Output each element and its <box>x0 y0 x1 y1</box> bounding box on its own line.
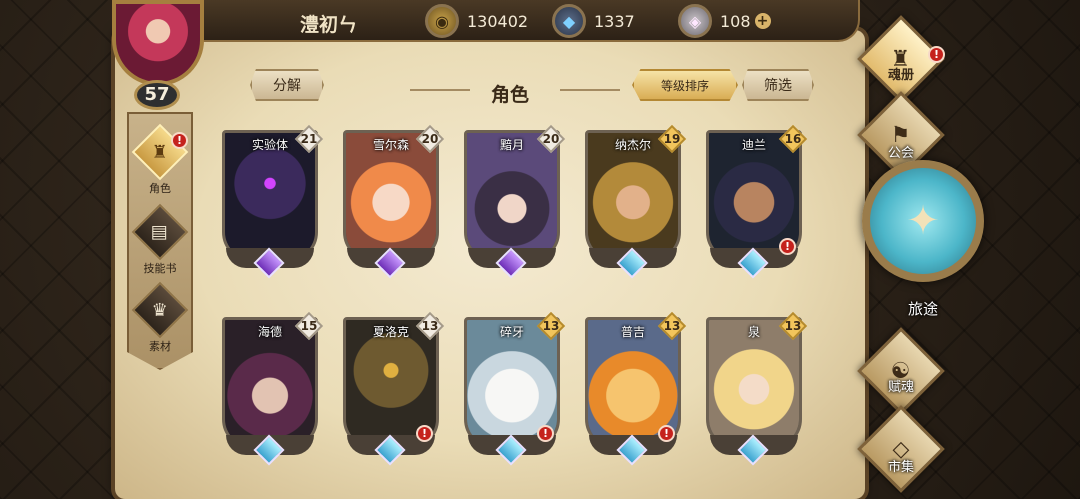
soul-book-label: 魂册 <box>887 68 914 83</box>
journey-emblem-icon: ✦ <box>862 160 984 282</box>
level-sort-button[interactable]: 等级排序 <box>632 69 738 101</box>
blue-crystal-icon: ◆ <box>552 4 586 38</box>
alert-icon: ! <box>416 425 433 442</box>
character-card[interactable]: 实验体 21 <box>222 130 318 279</box>
character-level: 20 <box>542 132 560 146</box>
add-gem-button[interactable]: + <box>754 13 771 29</box>
character-level-badge: 13 <box>659 313 685 339</box>
character-card[interactable]: 雪尔森 20 <box>343 130 439 279</box>
character-level-badge: 21 <box>296 126 322 152</box>
character-level: 13 <box>663 319 681 333</box>
character-level: 19 <box>663 132 681 146</box>
gem-value: 108 <box>720 11 751 31</box>
character-level-badge: 16 <box>780 126 806 152</box>
title-ornament-left <box>410 89 470 99</box>
character-level-badge: 15 <box>296 313 322 339</box>
material-icon: ♛ <box>131 281 189 339</box>
diamond-gem-icon: ◈ <box>678 4 712 38</box>
market-button[interactable]: ◇ 市集 <box>857 405 945 493</box>
character-card[interactable]: 碎牙 13! <box>464 317 560 466</box>
soul-flame-icon: ☯ <box>857 327 945 415</box>
avatar[interactable] <box>112 0 204 86</box>
gold-coin-icon: ◉ <box>425 4 459 38</box>
sidebar-item-skill-book[interactable]: ▤ 技能书 <box>129 203 191 276</box>
alert-icon: ! <box>171 132 188 149</box>
sidebar-item-label: 素材 <box>149 340 171 353</box>
sidebar-item-label: 角色 <box>149 182 171 195</box>
character-card[interactable]: 纳杰尔 19 <box>585 130 681 279</box>
character-level-badge: 20 <box>538 126 564 152</box>
character-card[interactable]: 泉 13 <box>706 317 802 466</box>
alert-icon: ! <box>779 238 796 255</box>
skill-book-icon: ▤ <box>131 203 189 261</box>
gold-currency: ◉ 130402 <box>425 4 529 38</box>
crystal-currency: ◆ 1337 <box>552 4 635 38</box>
character-level: 13 <box>421 319 439 333</box>
gem-currency: ◈ 108 + <box>678 4 771 38</box>
character-level: 15 <box>300 319 318 333</box>
character-level: 20 <box>421 132 439 146</box>
character-level-badge: 13 <box>538 313 564 339</box>
alert-icon: ! <box>537 425 554 442</box>
market-label: 市集 <box>887 460 914 475</box>
player-name: 澧初ㄣ <box>300 14 358 36</box>
soul-book-button[interactable]: ♜ 魂册 ! <box>857 15 945 103</box>
sidebar-item-label: 技能书 <box>143 262 177 275</box>
decompose-button[interactable]: 分解 <box>250 69 324 101</box>
player-level: 57 <box>134 80 180 110</box>
journey-label: 旅途 <box>907 300 938 318</box>
left-sidebar: ♜ 角色 ! ▤ 技能书 ♛ 素材 <box>127 112 193 370</box>
player-avatar-frame[interactable]: 57 <box>104 0 210 112</box>
character-level: 16 <box>784 132 802 146</box>
guild-label: 公会 <box>887 146 914 161</box>
character-card[interactable]: 普吉 13! <box>585 317 681 466</box>
page-title: 角色 <box>490 84 529 106</box>
soul-endow-label: 赋魂 <box>887 380 914 395</box>
character-level: 13 <box>542 319 560 333</box>
character-level: 13 <box>784 319 802 333</box>
character-level-badge: 13 <box>780 313 806 339</box>
character-level: 21 <box>300 132 318 146</box>
journey-button[interactable]: ✦ 旅途 <box>862 160 984 320</box>
crystal-value: 1337 <box>594 11 635 31</box>
gold-value: 130402 <box>467 11 529 31</box>
title-ornament-right <box>560 89 620 99</box>
character-level-badge: 20 <box>417 126 443 152</box>
market-gem-icon: ◇ <box>857 405 945 493</box>
alert-icon: ! <box>928 46 945 63</box>
character-level-badge: 13 <box>417 313 443 339</box>
character-card[interactable]: 夏洛克 13! <box>343 317 439 466</box>
character-card[interactable]: 迪兰 16! <box>706 130 802 279</box>
character-card[interactable]: 黯月 20 <box>464 130 560 279</box>
character-card[interactable]: 海德 15 <box>222 317 318 466</box>
sidebar-item-material[interactable]: ♛ 素材 <box>129 281 191 354</box>
filter-button[interactable]: 筛选 <box>742 69 814 101</box>
character-level-badge: 19 <box>659 126 685 152</box>
alert-icon: ! <box>658 425 675 442</box>
guild-button[interactable]: ⚑ 公会 <box>857 91 945 179</box>
soul-endow-button[interactable]: ☯ 赋魂 <box>857 327 945 415</box>
sidebar-item-character[interactable]: ♜ 角色 ! <box>129 123 191 196</box>
